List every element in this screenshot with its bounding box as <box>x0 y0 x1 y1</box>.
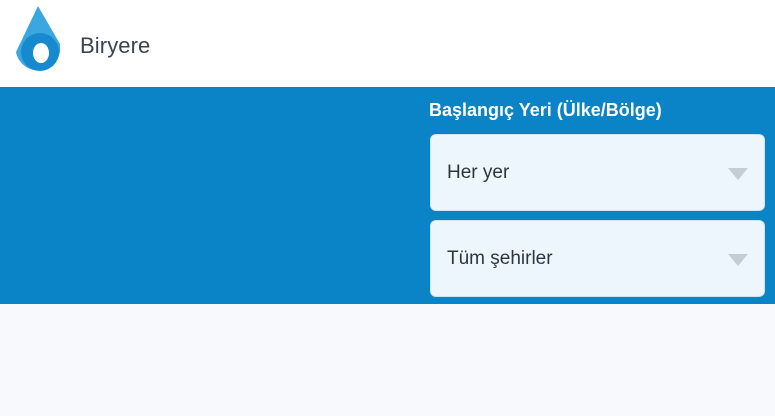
top-header: Biryere <box>0 0 775 87</box>
chevron-down-icon <box>728 168 748 180</box>
country-select-value: Her yer <box>447 162 510 183</box>
brand-name[interactable]: Biryere <box>80 33 150 59</box>
chevron-down-icon <box>728 254 748 266</box>
city-select[interactable]: Tüm şehirler <box>430 220 765 297</box>
city-select-value: Tüm şehirler <box>447 248 553 269</box>
origin-label: Başlangıç Yeri (Ülke/Bölge) <box>429 100 662 120</box>
water-drop-logo-icon[interactable] <box>16 6 60 74</box>
country-select[interactable]: Her yer <box>430 134 765 211</box>
page-content-area <box>0 304 775 416</box>
